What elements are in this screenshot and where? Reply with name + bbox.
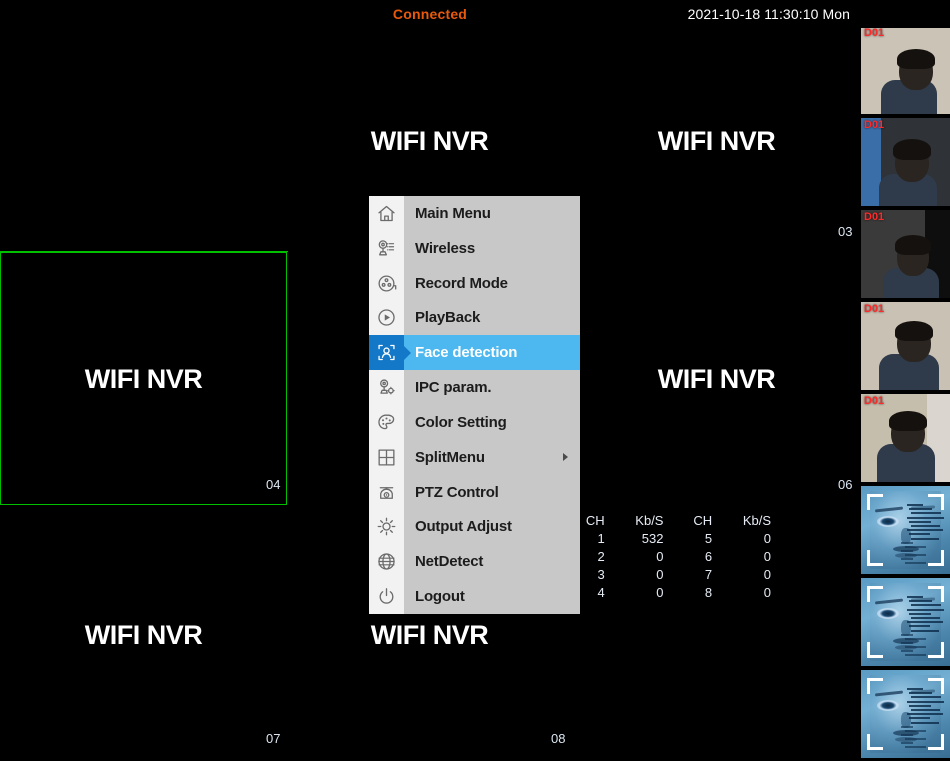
bandwidth-header-cell: Kb/S bbox=[742, 513, 771, 528]
video-cell-label: WIFI NVR bbox=[370, 620, 489, 650]
context-menu-item-label: PlayBack bbox=[415, 309, 481, 327]
face-thumbnail[interactable] bbox=[861, 486, 950, 574]
context-menu-item-label: Logout bbox=[415, 588, 465, 606]
video-cell-channel-number: 08 bbox=[551, 731, 566, 746]
face-thumbnail-channel-tag: D01 bbox=[864, 303, 885, 315]
video-cell-channel-number: 07 bbox=[266, 731, 281, 746]
context-menu-item-splitmenu[interactable]: SplitMenu bbox=[369, 440, 580, 475]
face-thumbnail[interactable]: D01 bbox=[861, 26, 950, 114]
face-thumbnail[interactable] bbox=[861, 578, 950, 666]
face-thumbnail[interactable]: D01 bbox=[861, 210, 950, 298]
video-cell-04[interactable]: WIFI NVR 04 bbox=[0, 251, 288, 506]
context-menu-item-record-mode[interactable]: Record Mode bbox=[369, 266, 580, 301]
bandwidth-header-cell: CH bbox=[693, 513, 713, 528]
context-menu-item-label: IPC param. bbox=[415, 379, 492, 397]
nvr-live-view-screen: WIFI NVR WIFI NVR 03 WIFI NVR 04 WIFI NVR 06 WI… bbox=[0, 0, 950, 761]
context-menu-item-ptz-control[interactable]: PTZ Control bbox=[369, 475, 580, 510]
bandwidth-cell: 0 bbox=[763, 549, 771, 564]
video-cell-label: WIFI NVR bbox=[84, 364, 203, 394]
face-panel: Face D01D01D01D01D01 bbox=[861, 0, 950, 761]
context-menu-item-label: Wireless bbox=[415, 239, 475, 257]
face-thumbnail[interactable]: D01 bbox=[861, 394, 950, 482]
datetime-display: 2021-10-18 11:30:10 Mon bbox=[687, 6, 850, 22]
bandwidth-cell: 0 bbox=[656, 549, 664, 564]
bandwidth-cell: 532 bbox=[641, 531, 664, 546]
context-menu-item-label: Color Setting bbox=[415, 413, 507, 431]
bandwidth-cell: 5 bbox=[704, 531, 713, 546]
video-cell-06[interactable]: WIFI NVR 06 bbox=[572, 252, 861, 505]
video-cell-channel-number: 03 bbox=[838, 224, 853, 239]
context-menu-item-label: Record Mode bbox=[415, 274, 508, 292]
video-cell-channel-number: 04 bbox=[266, 477, 281, 492]
globe-icon bbox=[369, 544, 404, 579]
face-thumbnail-channel-tag: D01 bbox=[864, 211, 885, 223]
camera-gear-icon bbox=[369, 370, 404, 405]
context-menu-item-netdetect[interactable]: NetDetect bbox=[369, 544, 580, 579]
bandwidth-cell: 0 bbox=[656, 567, 664, 582]
context-menu-item-label: SplitMenu bbox=[415, 448, 485, 466]
face-thumbnail[interactable]: D01 bbox=[861, 118, 950, 206]
bandwidth-cell: 0 bbox=[656, 585, 664, 600]
video-cell-03[interactable]: WIFI NVR 03 bbox=[572, 28, 861, 252]
palette-icon bbox=[369, 405, 404, 440]
bandwidth-row: 2060 bbox=[560, 548, 775, 566]
video-cell-label: WIFI NVR bbox=[84, 620, 203, 650]
bandwidth-row: 1 532 5 0 bbox=[560, 530, 775, 548]
brightness-icon bbox=[369, 509, 404, 544]
bandwidth-cell: 8 bbox=[704, 585, 713, 600]
video-cell-label: WIFI NVR bbox=[657, 364, 776, 394]
context-menu-item-playback[interactable]: PlayBack bbox=[369, 300, 580, 335]
face-detect-icon bbox=[369, 335, 404, 371]
context-menu-item-face-detection[interactable]: Face detection bbox=[369, 335, 580, 371]
context-menu-item-output-adjust[interactable]: Output Adjust bbox=[369, 509, 580, 544]
context-menu-item-ipc-param[interactable]: IPC param. bbox=[369, 370, 580, 405]
top-status-bar: Connected 2021-10-18 11:30:10 Mon bbox=[0, 0, 950, 28]
context-menu-item-logout[interactable]: Logout bbox=[369, 579, 580, 614]
video-cell-label: WIFI NVR bbox=[370, 126, 489, 156]
context-menu[interactable]: Main Menu Wireless Record Mode PlayBack Face… bbox=[369, 196, 580, 614]
face-thumbnail-channel-tag: D01 bbox=[864, 395, 885, 407]
bandwidth-cell: 0 bbox=[763, 585, 771, 600]
bandwidth-cell: 0 bbox=[763, 567, 771, 582]
context-menu-item-label: NetDetect bbox=[415, 553, 484, 571]
play-circle-icon bbox=[369, 300, 404, 335]
face-thumbnail-list: D01 D01 D01 D01 D01 bbox=[861, 26, 950, 758]
home-icon bbox=[369, 196, 404, 231]
face-thumbnail[interactable]: D01 bbox=[861, 302, 950, 390]
power-icon bbox=[369, 579, 404, 614]
bandwidth-row: 3070 bbox=[560, 566, 775, 584]
context-menu-item-color-setting[interactable]: Color Setting bbox=[369, 405, 580, 440]
video-cell-channel-number: 06 bbox=[838, 477, 853, 492]
bandwidth-cell: 7 bbox=[704, 567, 713, 582]
bandwidth-row: 4080 bbox=[560, 584, 775, 602]
bandwidth-cell: 0 bbox=[763, 531, 771, 546]
video-cell-label: WIFI NVR bbox=[657, 126, 776, 156]
context-menu-item-label: Face detection bbox=[415, 344, 518, 362]
bandwidth-header-cell: Kb/S bbox=[635, 513, 664, 528]
video-cell-01[interactable] bbox=[0, 28, 287, 252]
film-reel-icon bbox=[369, 266, 404, 301]
face-thumbnail[interactable] bbox=[861, 670, 950, 758]
context-menu-item-wireless[interactable]: Wireless bbox=[369, 231, 580, 266]
context-menu-item-main-menu[interactable]: Main Menu bbox=[369, 196, 580, 231]
bandwidth-table: CH Kb/S CH Kb/S 1 532 5 0 2 0 6 0 3 0 7 0 4 0 8 0 bbox=[560, 512, 775, 602]
context-menu-item-label: Output Adjust bbox=[415, 518, 512, 536]
bandwidth-header-row: CH Kb/S CH Kb/S bbox=[560, 512, 775, 530]
video-cell-07[interactable]: WIFI NVR 07 bbox=[0, 505, 287, 761]
wireless-camera-icon bbox=[369, 231, 404, 266]
grid-icon bbox=[369, 440, 404, 475]
context-menu-item-label: PTZ Control bbox=[415, 483, 499, 501]
bandwidth-cell: 6 bbox=[704, 549, 713, 564]
ptz-dome-icon bbox=[369, 475, 404, 510]
submenu-arrow-icon bbox=[563, 453, 568, 462]
face-thumbnail-channel-tag: D01 bbox=[864, 119, 885, 131]
face-thumbnail-channel-tag: D01 bbox=[864, 27, 885, 39]
context-menu-item-label: Main Menu bbox=[415, 204, 491, 222]
